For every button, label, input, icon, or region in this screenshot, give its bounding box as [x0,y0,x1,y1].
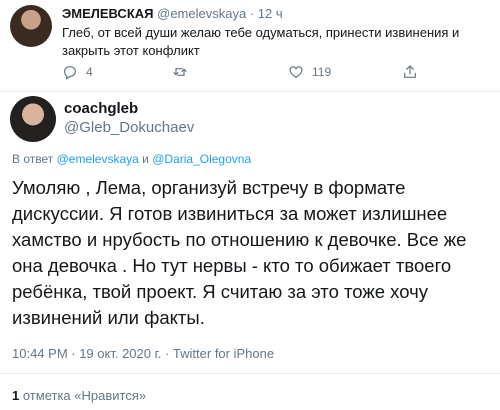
like-button[interactable]: 119 [288,64,331,80]
main-tweet-author: coachgleb @Gleb_Dokuchaev [64,100,194,137]
heart-icon [289,66,303,79]
reply-icon [64,66,76,80]
like-count: 119 [312,65,332,79]
author-name[interactable]: ЭМЕЛЕВСКАЯ [62,6,154,21]
author-handle[interactable]: @emelevskaya [157,6,246,21]
reply-tweet: ЭМЕЛЕВСКАЯ @emelevskaya · 12 ч Глеб, от … [62,5,492,60]
reply-user-link[interactable]: @emelevskaya [57,152,139,166]
reply-user-link[interactable]: @Daria_Olegovna [152,152,251,166]
separator: · [249,6,255,21]
reply-prefix: В ответ [12,152,54,166]
retweet-icon [173,68,187,76]
retweet-button[interactable] [172,64,188,80]
reply-conjunction: и [142,152,149,166]
tweet-actions: 4 119 [62,64,482,82]
share-button[interactable] [402,64,418,80]
tweet-text: Умоляю , Лема, организуй встречу в форма… [12,177,467,328]
avatar[interactable] [10,5,52,47]
divider [0,373,500,374]
timestamp[interactable]: 12 ч [258,6,283,21]
author-handle[interactable]: @Gleb_Dokuchaev [64,118,194,137]
avatar[interactable] [10,96,56,142]
likes-count: 1 [12,388,20,403]
reply-context: В ответ @emelevskaya и @Daria_Olegovna [12,152,251,166]
share-icon [404,65,416,78]
tweet-meta[interactable]: 10:44 PM · 19 окт. 2020 г. · Twitter for… [12,346,274,361]
likes-label: отметка «Нравится» [22,388,147,403]
tweet-header: ЭМЕЛЕВСКАЯ @emelevskaya · 12 ч [62,5,492,22]
author-name[interactable]: coachgleb [64,100,194,118]
tweet-text: Глеб, от всей души желаю тебе одуматься,… [62,25,460,58]
likes-summary[interactable]: 1 отметка «Нравится» [12,388,146,403]
reply-button[interactable]: 4 [62,64,93,80]
divider [0,91,500,92]
reply-count: 4 [86,65,93,79]
